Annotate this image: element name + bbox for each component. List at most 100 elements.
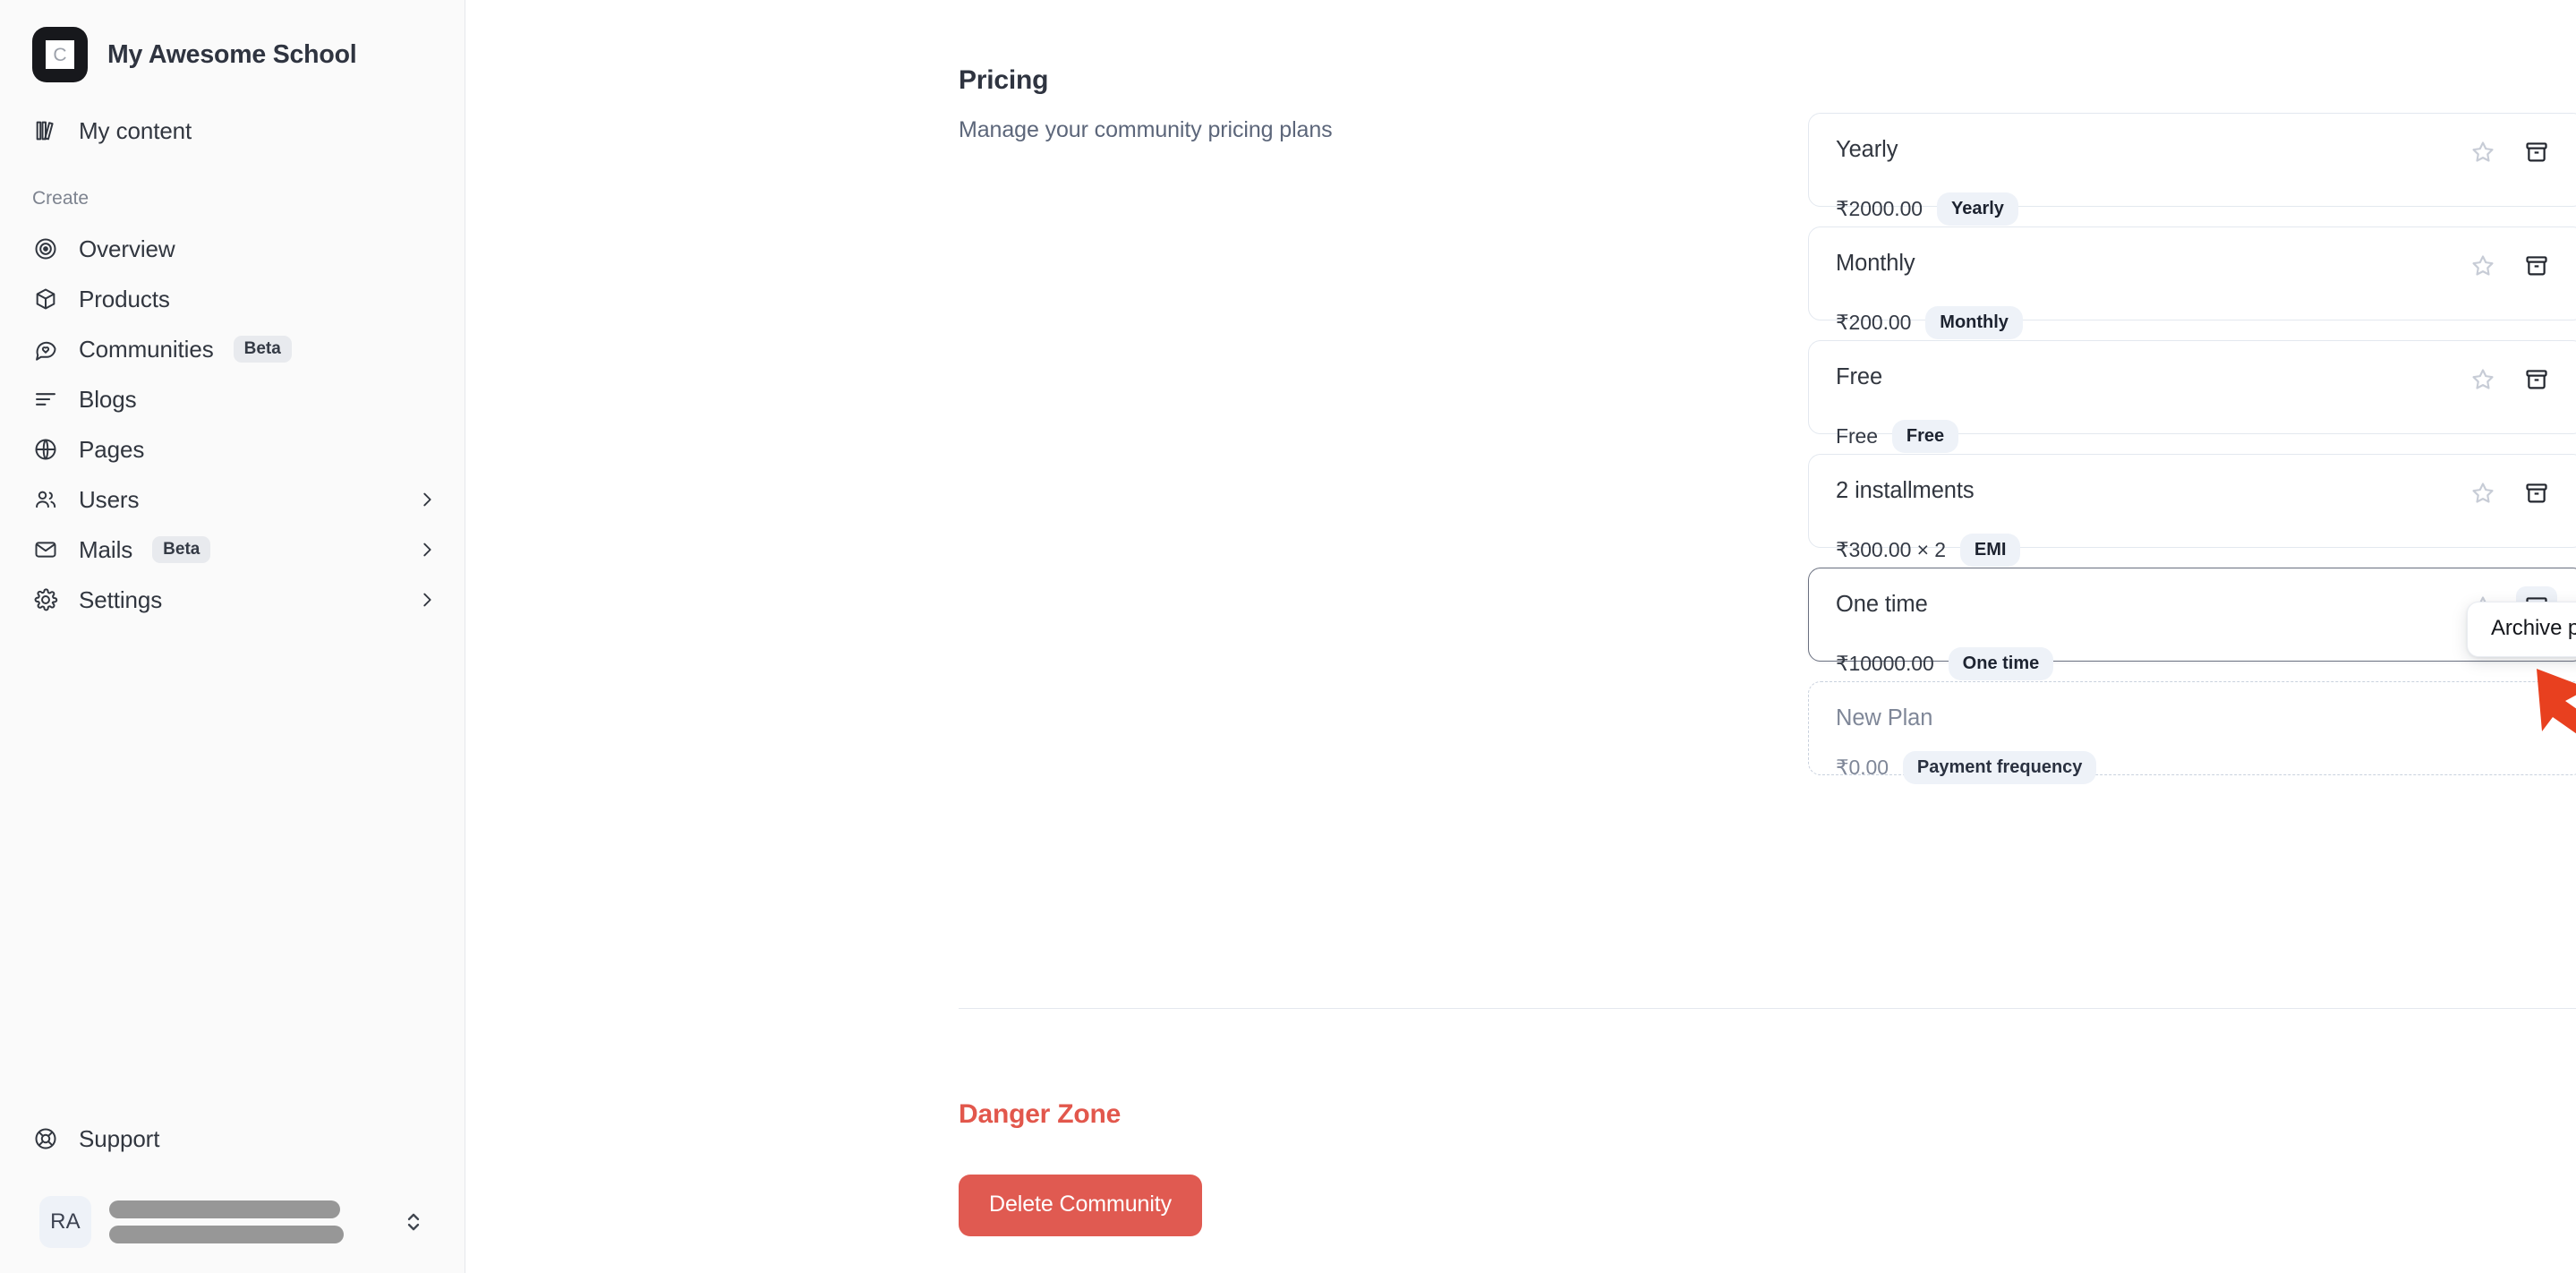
plan-card-top: Yearly (1836, 137, 2557, 173)
plan-price: ₹10000.00 (1836, 652, 1934, 675)
brand[interactable]: C My Awesome School (0, 0, 465, 86)
plan-price: ₹200.00 (1836, 311, 1912, 334)
sidebar-item-label: Blogs (79, 385, 137, 413)
page-header: Pricing Manage your community pricing pl… (959, 65, 1333, 143)
sidebar-item-label: Pages (79, 435, 145, 463)
nav-top-group: My content (0, 86, 465, 156)
chevron-right-icon (416, 539, 438, 560)
plan-card-bottom: Free Free (1836, 420, 2557, 453)
sidebar-item-label: Mails (79, 535, 133, 563)
section-divider (959, 1008, 2576, 1009)
sidebar-item-overview[interactable]: Overview (0, 224, 465, 274)
globe-icon (32, 436, 59, 463)
plan-name: Free (1836, 364, 1883, 389)
plan-name: One time (1836, 592, 1928, 617)
sidebar-item-label: Overview (79, 235, 175, 262)
sidebar-item-users[interactable]: Users (0, 474, 465, 525)
plan-card-bottom: ₹200.00 Monthly (1836, 306, 2557, 339)
badge-beta-communities: Beta (233, 336, 292, 363)
sidebar: C My Awesome School My content Create Ov… (0, 0, 465, 1273)
books-icon (32, 117, 59, 144)
tooltip-archive-plan: Archive plan (2467, 602, 2576, 657)
plan-card-top: 2 installments (1836, 478, 2557, 514)
box-icon (32, 286, 59, 312)
sidebar-item-label: Settings (79, 585, 163, 613)
plan-card-monthly[interactable]: Monthly ₹200.00 Monthly (1808, 226, 2576, 339)
favorite-star-icon[interactable] (2462, 245, 2503, 286)
avatar: RA (39, 1196, 91, 1248)
sidebar-item-settings[interactable]: Settings (0, 575, 465, 625)
favorite-star-icon[interactable] (2462, 359, 2503, 400)
plan-card-bottom: ₹300.00 × 2 EMI (1836, 534, 2557, 567)
plan-price: ₹300.00 × 2 (1836, 538, 1946, 561)
plan-name: 2 installments (1836, 478, 1975, 503)
plan-frequency-badge: Payment frequency (1902, 751, 2097, 784)
archive-plan-icon[interactable] (2516, 359, 2557, 400)
plan-card-top: Free (1836, 364, 2557, 400)
plan-card-bottom: ₹2000.00 Yearly (1836, 192, 2557, 226)
plan-card-bottom: ₹10000.00 One time (1836, 647, 2557, 680)
plan-card-top: New Plan (1836, 705, 2557, 731)
plan-frequency-badge: Monthly (1925, 306, 2023, 339)
gear-icon (32, 586, 59, 613)
favorite-star-icon[interactable] (2462, 473, 2503, 514)
favorite-star-icon[interactable] (2462, 132, 2503, 173)
delete-community-button[interactable]: Delete Community (959, 1175, 1203, 1236)
plan-price: Free (1836, 424, 1878, 448)
brand-logo-letter: C (46, 40, 74, 69)
plan-name: New Plan (1836, 705, 1933, 730)
users-icon (32, 486, 59, 513)
sidebar-item-label: Communities (79, 335, 214, 363)
sidebar-item-label: My content (79, 116, 192, 144)
sidebar-item-products[interactable]: Products (0, 274, 465, 324)
user-switcher[interactable]: RA (25, 1183, 439, 1260)
app-root: C My Awesome School My content Create Ov… (0, 0, 2576, 1273)
sidebar-item-blogs[interactable]: Blogs (0, 374, 465, 424)
chevron-updown-icon[interactable] (402, 1207, 425, 1237)
plan-price: ₹2000.00 (1836, 197, 1923, 220)
redacted-bar (109, 1226, 344, 1243)
pricing-plans-list: Yearly ₹2000.00 Yearly Monthly ₹200.00 M… (1808, 113, 2576, 795)
plan-card-top: Monthly (1836, 251, 2557, 286)
plan-frequency-badge: Yearly (1936, 192, 2018, 226)
main-content: Pricing Manage your community pricing pl… (465, 0, 2576, 1273)
badge-beta-mails: Beta (152, 536, 211, 563)
sidebar-item-my-content[interactable]: My content (0, 106, 465, 156)
plan-card-free[interactable]: Free Free Free (1808, 340, 2576, 453)
brand-logo-icon: C (32, 27, 88, 82)
sidebar-item-label: Users (79, 485, 140, 513)
page-subtitle: Manage your community pricing plans (959, 117, 1333, 142)
archive-plan-icon[interactable] (2516, 132, 2557, 173)
lines-icon (32, 386, 59, 413)
sidebar-item-support[interactable]: Support (0, 1114, 465, 1164)
target-icon (32, 235, 59, 262)
chevron-right-icon (416, 489, 438, 510)
plan-card-new-plan[interactable]: New Plan ₹0.00 Payment frequency (1808, 681, 2576, 784)
plan-price: ₹0.00 (1836, 756, 1889, 779)
plan-card-bottom: ₹0.00 Payment frequency (1836, 751, 2557, 784)
archive-plan-icon[interactable] (2516, 473, 2557, 514)
sidebar-item-pages[interactable]: Pages (0, 424, 465, 474)
plan-name: Monthly (1836, 251, 1915, 276)
plan-card-one-time[interactable]: One time ₹10000.00 One time (1808, 568, 2576, 680)
plan-actions (2462, 251, 2557, 286)
sidebar-bottom-group: Support RA (0, 1114, 465, 1273)
sidebar-nav-create: Overview Products Communities Beta Blogs… (0, 224, 465, 625)
page-title: Pricing (959, 65, 1049, 95)
sidebar-item-mails[interactable]: Mails Beta (0, 525, 465, 575)
archive-plan-icon[interactable] (2516, 245, 2557, 286)
plan-card-2-installments[interactable]: 2 installments ₹300.00 × 2 EMI (1808, 454, 2576, 567)
sidebar-section-create: Create (32, 188, 90, 209)
plan-actions (2462, 478, 2557, 514)
plan-card-top: One time (1836, 586, 2557, 628)
plan-actions (2462, 364, 2557, 400)
mail-icon (32, 536, 59, 563)
plan-card-yearly[interactable]: Yearly ₹2000.00 Yearly (1808, 113, 2576, 226)
sidebar-item-label: Products (79, 285, 170, 312)
danger-zone-title: Danger Zone (959, 1099, 1122, 1129)
sidebar-item-label: Support (79, 1124, 160, 1152)
brand-name: My Awesome School (107, 39, 357, 69)
sidebar-item-communities[interactable]: Communities Beta (0, 324, 465, 374)
plan-actions (2462, 137, 2557, 173)
